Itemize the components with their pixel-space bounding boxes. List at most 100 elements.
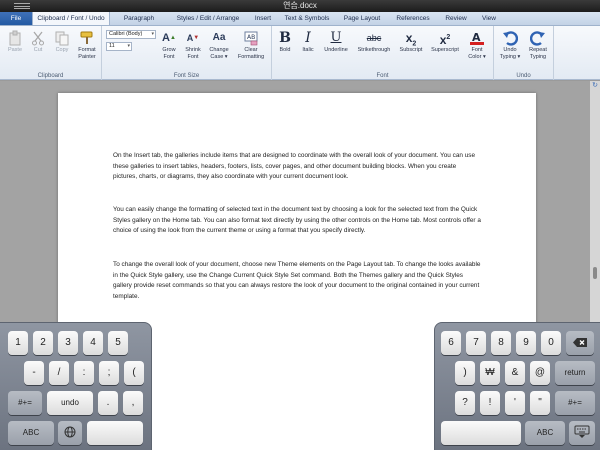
font-name-combo[interactable]: Calibri (Body) ▾ (106, 30, 156, 39)
clear-formatting-icon: AB (243, 30, 259, 46)
key-won[interactable]: ₩ (480, 361, 500, 385)
key-globe[interactable] (58, 421, 82, 445)
key-at[interactable]: @ (530, 361, 550, 385)
key-period[interactable]: . (98, 391, 118, 415)
key-6[interactable]: 6 (441, 331, 461, 355)
key-space[interactable] (87, 421, 143, 445)
tab-view[interactable]: View (474, 12, 504, 25)
italic-icon: I (305, 30, 311, 46)
document-paragraph[interactable]: On the Insert tab, the galleries include… (113, 151, 481, 183)
tab-clipboard-font-undo[interactable]: Clipboard / Font / Undo (32, 12, 110, 25)
shrink-font-button[interactable]: A▼ Shrink Font (182, 30, 204, 60)
subscript-icon: x2 (405, 31, 417, 48)
underline-button[interactable]: U Underline (320, 30, 352, 54)
key-semicolon[interactable]: ; (99, 361, 119, 385)
key-hyphen[interactable]: - (24, 361, 44, 385)
key-open-paren[interactable]: ( (124, 361, 144, 385)
format-painter-button[interactable]: Format Painter (74, 30, 100, 60)
undo-typing-button[interactable]: Undo Typing ▾ (496, 30, 524, 60)
undo-group-label: Undo (516, 73, 531, 79)
key-return[interactable]: return (555, 361, 595, 385)
grow-font-button[interactable]: A▲ Grow Font (158, 30, 180, 60)
key-2[interactable]: 2 (33, 331, 53, 355)
clipboard-group-label: Clipboard (37, 73, 64, 79)
key-apostrophe[interactable]: ' (505, 391, 525, 415)
key-colon[interactable]: : (74, 361, 94, 385)
key-5[interactable]: 5 (108, 331, 128, 355)
window-title: 연습.docx (283, 1, 317, 10)
ribbon: Paste Cut Copy Format Painter Clipboard … (0, 26, 600, 80)
hide-keyboard-icon (574, 425, 590, 439)
tab-review[interactable]: Review (438, 12, 474, 25)
key-space[interactable] (441, 421, 521, 445)
font-group-label: Font (376, 73, 389, 79)
font-size-group: Calibri (Body) ▾ 11 ▾ A▲ Grow Font A▼ Sh… (102, 26, 272, 80)
key-hide-keyboard[interactable] (569, 421, 595, 445)
strikethrough-icon: abc (366, 33, 382, 43)
tab-references[interactable]: References (388, 12, 438, 25)
tab-insert[interactable]: Insert (248, 12, 278, 25)
change-case-icon: Aa (212, 32, 226, 43)
key-ampersand[interactable]: & (505, 361, 525, 385)
clipboard-group: Paste Cut Copy Format Painter Clipboard (0, 26, 102, 80)
font-color-icon: A (469, 30, 485, 46)
key-symbols-toggle[interactable]: #+= (555, 391, 595, 415)
key-0[interactable]: 0 (541, 331, 561, 355)
paste-button[interactable]: Paste (4, 30, 26, 54)
tab-text-symbols[interactable]: Text & Symbols (278, 12, 336, 25)
paste-icon (7, 30, 23, 46)
superscript-icon: x2 (439, 33, 451, 47)
menu-grip-icon[interactable] (14, 3, 30, 9)
key-4[interactable]: 4 (83, 331, 103, 355)
format-painter-icon (79, 30, 95, 46)
key-abc[interactable]: ABC (8, 421, 54, 445)
title-bar: 연습.docx (0, 0, 600, 12)
key-slash[interactable]: / (49, 361, 69, 385)
scissors-icon (30, 30, 46, 46)
key-quote[interactable]: " (530, 391, 550, 415)
key-exclamation[interactable]: ! (480, 391, 500, 415)
repeat-typing-button[interactable]: Repeat Typing (524, 30, 552, 60)
key-symbols-toggle[interactable]: #+= (8, 391, 42, 415)
key-undo[interactable]: undo (47, 391, 93, 415)
tab-page-layout[interactable]: Page Layout (336, 12, 388, 25)
font-group: B Bold I Italic U Underline abc Striketh… (272, 26, 494, 80)
font-color-button[interactable]: A Font Color ▾ (464, 30, 490, 60)
scroll-thumb[interactable] (593, 267, 597, 279)
key-abc[interactable]: ABC (525, 421, 565, 445)
strikethrough-button[interactable]: abc Strikethrough (354, 30, 394, 54)
key-close-paren[interactable]: ) (455, 361, 475, 385)
ribbon-tabs: File Clipboard / Font / Undo Paragraph S… (0, 12, 600, 26)
cut-button[interactable]: Cut (28, 30, 48, 54)
keyboard-left-half: 1 2 3 4 5 - / : ; ( #+= undo . , ABC (0, 322, 152, 450)
key-comma[interactable]: , (123, 391, 143, 415)
change-case-button[interactable]: Aa Change Case ▾ (206, 30, 232, 60)
subscript-button[interactable]: x2 Subscript (396, 30, 426, 54)
grow-font-icon: A▲ (162, 32, 176, 44)
svg-text:AB: AB (247, 34, 255, 41)
undo-icon (502, 30, 519, 46)
italic-button[interactable]: I Italic (298, 30, 318, 54)
key-7[interactable]: 7 (466, 331, 486, 355)
clear-formatting-button[interactable]: AB Clear Formatting (234, 30, 268, 60)
tab-styles-edit-arrange[interactable]: Styles / Edit / Arrange (168, 12, 248, 25)
tab-paragraph[interactable]: Paragraph (110, 12, 168, 25)
key-1[interactable]: 1 (8, 331, 28, 355)
copy-button[interactable]: Copy (52, 30, 72, 54)
document-paragraph[interactable]: To change the overall look of your docum… (113, 260, 481, 302)
key-3[interactable]: 3 (58, 331, 78, 355)
key-9[interactable]: 9 (516, 331, 536, 355)
key-question[interactable]: ? (455, 391, 475, 415)
chevron-down-icon: ▾ (481, 53, 486, 60)
key-8[interactable]: 8 (491, 331, 511, 355)
key-backspace[interactable] (566, 331, 594, 355)
font-size-combo[interactable]: 11 ▾ (106, 42, 132, 51)
bold-button[interactable]: B Bold (274, 30, 296, 54)
backspace-icon (572, 337, 588, 348)
globe-icon (64, 426, 76, 438)
tab-file[interactable]: File (0, 12, 32, 25)
superscript-button[interactable]: x2 Superscript (428, 30, 462, 54)
document-paragraph[interactable]: You can easily change the formatting of … (113, 205, 481, 237)
chevron-down-icon: ▾ (223, 53, 228, 60)
refresh-icon[interactable]: ↻ (591, 82, 599, 90)
